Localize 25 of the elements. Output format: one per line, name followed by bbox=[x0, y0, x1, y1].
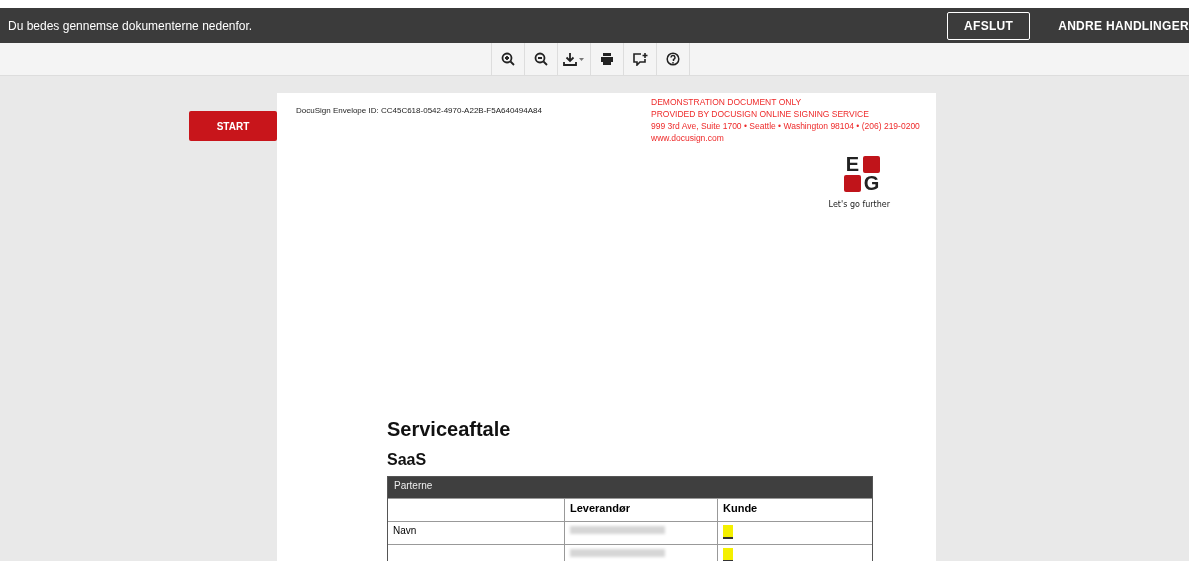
demo-notice-line: 999 3rd Ave, Suite 1700 • Seattle • Washington 98104 • (206) 219-0200 bbox=[651, 120, 921, 132]
table-caption: Parterne bbox=[388, 477, 872, 498]
finish-button[interactable]: AFSLUT bbox=[947, 11, 1031, 40]
download-icon bbox=[563, 52, 585, 66]
document-title: Serviceaftale bbox=[387, 418, 512, 441]
other-actions-button[interactable]: ANDRE HANDLINGER bbox=[1044, 12, 1189, 39]
start-button[interactable]: START bbox=[189, 111, 277, 141]
demo-notice-line: www.docusign.com bbox=[651, 132, 725, 144]
column-header: Leverandør bbox=[565, 499, 718, 521]
company-logo: E G bbox=[844, 156, 880, 192]
document-subtitle: SaaS bbox=[387, 451, 428, 469]
input-field[interactable] bbox=[723, 548, 733, 561]
envelope-id: DocuSign Envelope ID: CC45C618-0542-4970-A22B-F5A640494A84 bbox=[296, 106, 542, 117]
logo-tagline: Let's go further bbox=[828, 200, 890, 209]
instruction-text: Du bedes gennemse dokumenterne nedenfor. bbox=[7, 18, 253, 33]
input-field[interactable] bbox=[723, 525, 733, 539]
demo-notice-line: DEMONSTRATION DOCUMENT ONLY bbox=[651, 96, 803, 108]
column-header: Kunde bbox=[722, 501, 759, 516]
help-icon bbox=[666, 52, 680, 66]
row-label: Navn bbox=[393, 525, 417, 536]
printer-icon bbox=[600, 52, 614, 66]
zoom-in-icon bbox=[501, 52, 515, 66]
demo-notice-line: PROVIDED BY DOCUSIGN ONLINE SIGNING SERVICE bbox=[651, 108, 870, 120]
comment-add-icon bbox=[632, 52, 648, 66]
zoom-out-icon bbox=[534, 52, 548, 66]
